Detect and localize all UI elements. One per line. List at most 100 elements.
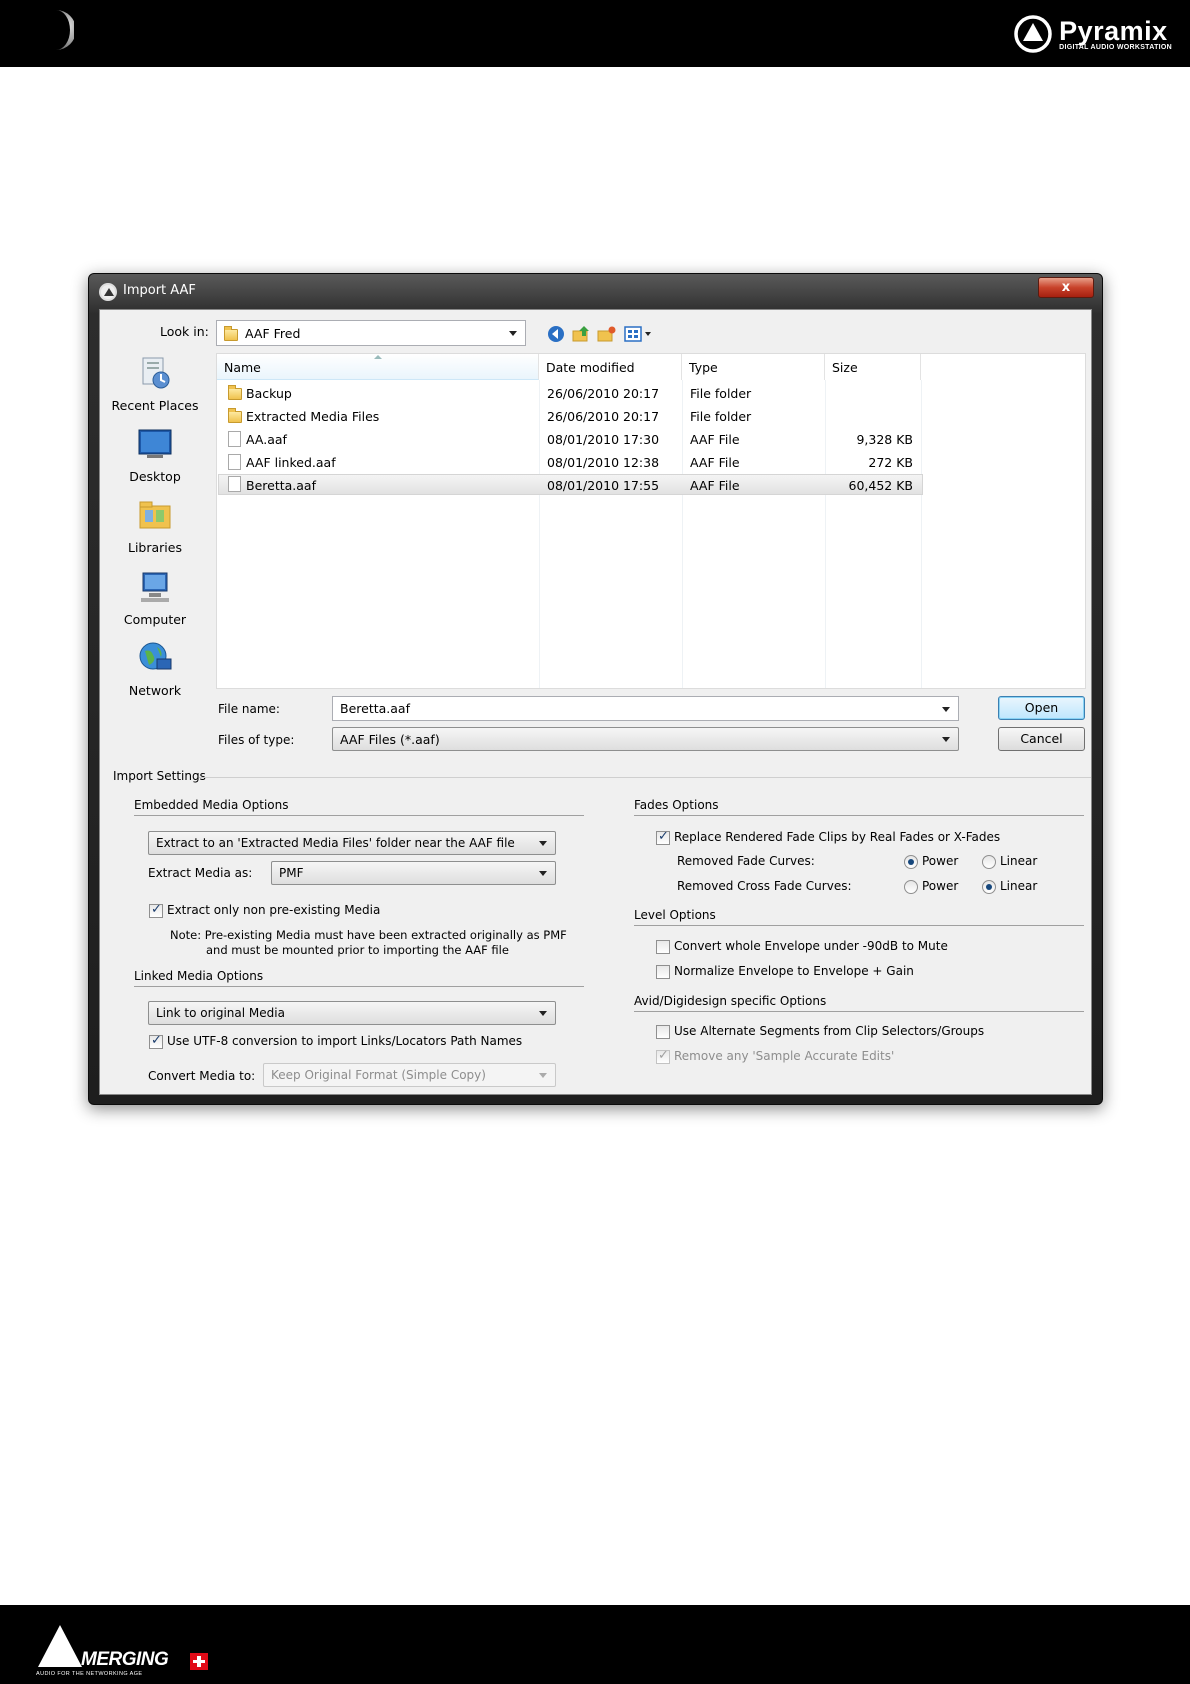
file-list[interactable]: Name Date modified Type Size Backup 26/0… (216, 353, 1086, 689)
place-recent-places[interactable]: Recent Places (105, 356, 205, 413)
extract-mode-select[interactable]: Extract to an 'Extracted Media Files' fo… (148, 831, 556, 855)
extract-as-select[interactable]: PMF (271, 861, 556, 885)
embedded-media-title: Embedded Media Options (134, 798, 289, 812)
desktop-icon (138, 429, 172, 458)
file-name-input[interactable]: Beretta.aaf (332, 696, 959, 721)
folder-icon (224, 326, 238, 341)
file-name-value: Beretta.aaf (340, 701, 410, 716)
sample-accurate-checkbox[interactable] (656, 1048, 670, 1064)
file-type: File folder (690, 409, 752, 424)
app-icon (99, 283, 117, 301)
merging-logo: MERGING AUDIO FOR THE NETWORKING AGE (36, 1623, 216, 1677)
new-folder-icon[interactable] (597, 324, 617, 344)
merging-subtitle: AUDIO FOR THE NETWORKING AGE (36, 1671, 143, 1677)
file-type-select[interactable]: AAF Files (*.aaf) (332, 727, 959, 751)
sort-ascending-icon (374, 355, 382, 359)
import-aaf-dialog: Import AAF x Look in: AAF Fred Recent Pl… (88, 273, 1103, 1105)
column-header-size[interactable]: Size (825, 354, 921, 380)
linked-media-title: Linked Media Options (134, 969, 264, 983)
file-icon (228, 454, 241, 470)
file-name: Beretta.aaf (246, 478, 316, 493)
dialog-client: Look in: AAF Fred Recent Places Desktop … (99, 309, 1092, 1095)
cancel-button[interactable]: Cancel (998, 727, 1085, 751)
column-header-label: Type (689, 360, 718, 375)
view-menu-icon[interactable] (624, 324, 654, 344)
divider (634, 925, 1084, 926)
removed-cross-label: Removed Cross Fade Curves: (677, 879, 852, 893)
convert-media-select[interactable]: Keep Original Format (Simple Copy) (263, 1063, 556, 1087)
removed-cross-linear-radio[interactable] (982, 880, 996, 894)
replace-fades-checkbox[interactable] (656, 829, 670, 845)
look-in-combo[interactable]: AAF Fred (216, 320, 526, 346)
column-header-label: Date modified (546, 360, 635, 375)
note-line-2: and must be mounted prior to importing t… (206, 943, 509, 957)
file-row-backup[interactable]: Backup 26/06/2010 20:17 File folder (218, 383, 923, 404)
column-header-label: Name (224, 360, 261, 375)
utf8-checkbox[interactable] (149, 1033, 163, 1049)
place-label: Libraries (128, 540, 182, 555)
level-options-title: Level Options (634, 908, 716, 922)
avid-options-title: Avid/Digidesign specific Options (634, 994, 827, 1008)
dialog-titlebar[interactable]: Import AAF x (89, 274, 1102, 308)
computer-icon (141, 572, 169, 602)
file-row-aaf-linked[interactable]: AAF linked.aaf 08/01/2010 12:38 AAF File… (218, 452, 923, 473)
file-size: 60,452 KB (848, 478, 913, 493)
mute-envelope-label: Convert whole Envelope under -90dB to Mu… (674, 939, 948, 953)
file-name: Extracted Media Files (246, 409, 380, 424)
folder-icon (228, 408, 242, 423)
file-date: 08/01/2010 12:38 (547, 455, 660, 470)
place-label: Computer (123, 612, 187, 627)
chevron-down-icon (539, 1073, 547, 1078)
file-type-value: AAF Files (*.aaf) (340, 732, 440, 747)
removed-fade-linear-radio[interactable] (982, 855, 996, 869)
place-label: Network (128, 683, 182, 698)
removed-cross-power-radio[interactable] (904, 880, 918, 894)
look-in-value: AAF Fred (245, 326, 301, 341)
link-mode-select[interactable]: Link to original Media (148, 1001, 556, 1025)
place-computer[interactable]: Computer (105, 570, 205, 627)
file-size: 272 KB (868, 455, 913, 470)
file-row-extracted-media-files[interactable]: Extracted Media Files 26/06/2010 20:17 F… (218, 406, 923, 427)
page-footer-band: MERGING AUDIO FOR THE NETWORKING AGE (0, 1605, 1190, 1684)
file-date: 08/01/2010 17:30 (547, 432, 660, 447)
place-network[interactable]: Network (105, 641, 205, 698)
place-libraries[interactable]: Libraries (105, 498, 205, 555)
merging-triangle-icon (38, 1625, 82, 1667)
file-icon (228, 476, 241, 492)
up-folder-icon[interactable] (571, 324, 591, 344)
alt-segments-label: Use Alternate Segments from Clip Selecto… (674, 1024, 985, 1038)
back-icon[interactable] (546, 324, 566, 344)
radio-label-power: Power (922, 879, 959, 893)
divider (134, 815, 584, 816)
swiss-cross-icon (190, 1653, 208, 1670)
place-desktop[interactable]: Desktop (105, 427, 205, 484)
extract-mode-value: Extract to an 'Extracted Media Files' fo… (156, 836, 515, 850)
normalize-envelope-label: Normalize Envelope to Envelope + Gain (674, 964, 914, 978)
file-size: 9,328 KB (856, 432, 913, 447)
chevron-down-icon (942, 737, 950, 742)
column-header-name[interactable]: Name (217, 354, 539, 380)
utf8-label: Use UTF-8 conversion to import Links/Loc… (167, 1034, 523, 1048)
removed-fade-power-radio[interactable] (904, 855, 918, 869)
alt-segments-checkbox[interactable] (656, 1025, 670, 1039)
close-button[interactable]: x (1038, 277, 1094, 298)
only-non-existing-checkbox[interactable] (149, 902, 163, 918)
only-non-existing-label: Extract only non pre-existing Media (167, 903, 381, 917)
place-label: Desktop (129, 469, 181, 484)
file-date: 26/06/2010 20:17 (547, 386, 660, 401)
column-header-label: Size (832, 360, 858, 375)
sample-accurate-label: Remove any 'Sample Accurate Edits' (674, 1049, 895, 1063)
column-header-date[interactable]: Date modified (539, 354, 682, 380)
file-row-beretta-selected[interactable]: Beretta.aaf 08/01/2010 17:55 AAF File 60… (218, 474, 923, 495)
file-row-aa[interactable]: AA.aaf 08/01/2010 17:30 AAF File 9,328 K… (218, 429, 923, 450)
column-header-type[interactable]: Type (682, 354, 825, 380)
extract-as-label: Extract Media as: (148, 866, 253, 880)
open-button[interactable]: Open (998, 696, 1085, 720)
chevron-down-icon (509, 331, 517, 336)
convert-media-value: Keep Original Format (Simple Copy) (271, 1068, 486, 1082)
mute-envelope-checkbox[interactable] (656, 940, 670, 954)
dialog-title: Import AAF (123, 283, 196, 298)
chevron-down-icon (539, 1011, 547, 1016)
normalize-envelope-checkbox[interactable] (656, 965, 670, 979)
file-name: AA.aaf (246, 432, 287, 447)
